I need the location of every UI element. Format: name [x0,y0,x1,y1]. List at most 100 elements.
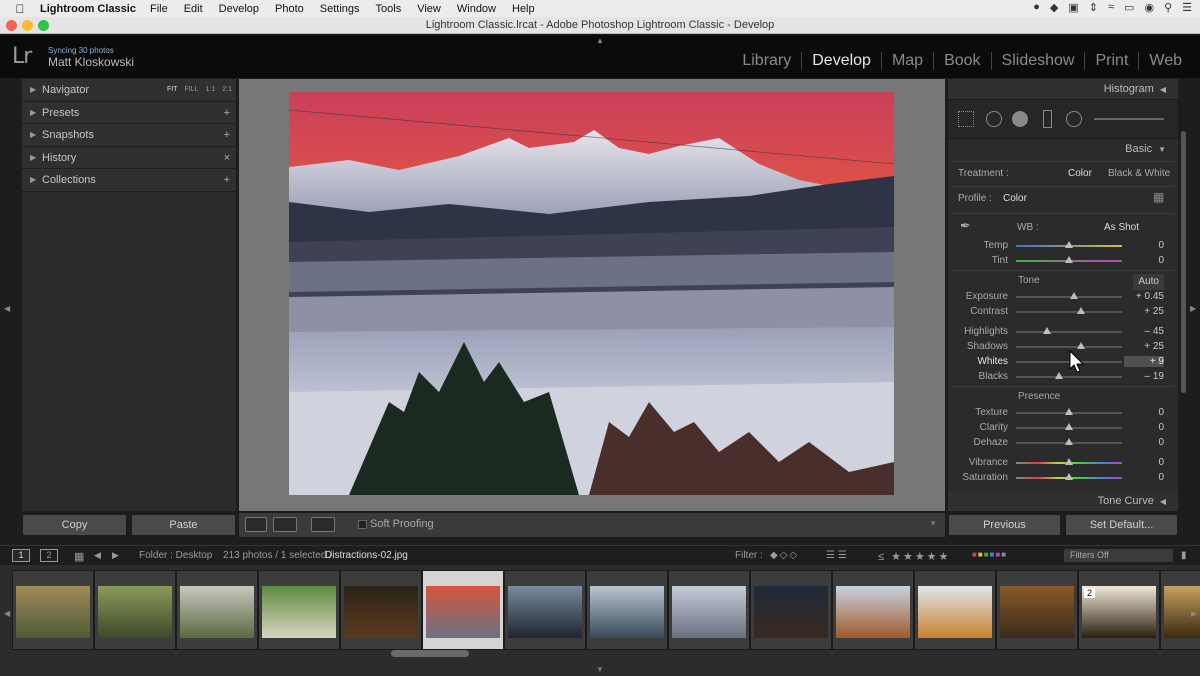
slider-contrast[interactable]: Contrast + 25 [948,304,1178,319]
slider-track[interactable] [1016,296,1122,298]
dropbox-icon[interactable]: ◆ [1050,1,1058,14]
slider-value[interactable]: 0 [1124,407,1164,418]
crop-tool-icon[interactable] [958,111,974,127]
back-arrow-icon[interactable]: ◀ [94,550,101,561]
profile-browser-icon[interactable]: ▦ [1153,190,1164,204]
slider-blacks[interactable]: Blacks – 19 [948,369,1178,384]
filmstrip-thumbnail[interactable] [94,570,176,650]
set-default-button[interactable]: Set Default... [1065,514,1178,536]
filmstrip-thumbnail[interactable] [422,570,504,650]
menu-photo[interactable]: Photo [275,3,304,15]
before-after-toggle-button[interactable] [311,517,335,532]
slider-thumb[interactable] [1065,438,1073,445]
module-book[interactable]: Book [933,52,990,70]
history-panel-header[interactable]: ▶ History × [22,146,236,169]
filmstrip-thumbnail[interactable]: 2 [1078,570,1160,650]
menu-help[interactable]: Help [512,3,535,15]
slider-temp[interactable]: Temp 0 [948,238,1178,253]
slider-value[interactable]: 0 [1124,472,1164,483]
paste-button[interactable]: Paste [131,514,236,536]
grid-view-icon[interactable]: ▦ [74,550,84,563]
minimize-window-button[interactable] [22,20,33,31]
left-panel-toggle-icon[interactable]: ◀ [4,304,10,313]
zoom-fill[interactable]: FILL [185,79,199,101]
add-preset-button[interactable]: + [224,102,230,124]
notification-center-icon[interactable]: ☰ [1182,1,1192,14]
slider-thumb[interactable] [1055,372,1064,379]
slider-value[interactable]: + 25 [1124,306,1164,317]
radial-filter-icon[interactable] [1066,111,1082,127]
histogram-panel-header[interactable]: Histogram ◀ [948,79,1178,99]
slider-value[interactable]: 0 [1124,255,1164,266]
filter-presets-dropdown[interactable]: Filters Off [1064,549,1173,562]
menu-develop[interactable]: Develop [219,3,259,15]
presets-panel-header[interactable]: ▶ Presets + [22,101,236,124]
right-panel-toggle-icon[interactable]: ▶ [1190,304,1196,313]
filmstrip-scrollbar[interactable] [391,650,469,657]
before-after-view-button[interactable] [273,517,297,532]
clear-history-button[interactable]: × [224,147,230,169]
zoom-2-1[interactable]: 2:1 [222,79,232,101]
basic-panel-header[interactable]: Basic ▼ [948,139,1178,159]
apple-icon[interactable]:  [0,2,40,16]
module-develop[interactable]: Develop [801,52,881,70]
module-print[interactable]: Print [1084,52,1138,70]
creative-cloud-icon[interactable]: ● [1033,1,1040,14]
forward-arrow-icon[interactable]: ▶ [112,550,119,561]
top-panel-toggle-icon[interactable]: ▲ [596,36,604,45]
filmstrip-left-arrow-icon[interactable]: ◀ [4,609,10,618]
slider-thumb[interactable] [1070,292,1079,299]
previous-button[interactable]: Previous [948,514,1061,536]
menu-edit[interactable]: Edit [184,3,203,15]
menu-window[interactable]: Window [457,3,496,15]
filmstrip-thumbnail[interactable] [504,570,586,650]
wb-eyedropper-icon[interactable]: ✒ [960,218,971,234]
slider-tint[interactable]: Tint 0 [948,253,1178,268]
wifi-icon[interactable]: ≈ [1108,1,1114,14]
profile-dropdown[interactable]: Color [1003,193,1027,204]
filmstrip-right-arrow-icon[interactable]: ▶ [1191,609,1197,618]
slider-thumb[interactable] [1065,423,1073,430]
slider-value[interactable]: + 0.45 [1124,291,1164,302]
module-slideshow[interactable]: Slideshow [990,52,1085,70]
app-menu[interactable]: Lightroom Classic [40,3,136,15]
copy-button[interactable]: Copy [22,514,127,536]
zoom-window-button[interactable] [38,20,49,31]
siri-icon[interactable]: ◉ [1144,1,1154,14]
menu-tools[interactable]: Tools [376,3,402,15]
filmstrip-thumbnail[interactable] [12,570,94,650]
slider-thumb[interactable] [1042,327,1051,334]
add-snapshot-button[interactable]: + [224,124,230,146]
filter-lock-icon[interactable]: ▮ [1181,550,1187,561]
zoom-fit[interactable]: FIT [167,79,178,101]
spotlight-search-icon[interactable]: ⚲ [1164,1,1172,14]
filmstrip-thumbnail[interactable] [750,570,832,650]
slider-highlights[interactable]: Highlights – 45 [948,324,1178,339]
slider-value[interactable]: 0 [1124,457,1164,468]
soft-proofing-checkbox[interactable] [358,520,367,529]
slider-value[interactable]: – 19 [1124,371,1164,382]
filmstrip-thumbnail[interactable] [832,570,914,650]
treatment-bw-option[interactable]: Black & White [1108,168,1170,179]
filmstrip-thumbnail[interactable] [586,570,668,650]
menu-view[interactable]: View [417,3,441,15]
screen-record-icon[interactable]: ▣ [1068,1,1078,14]
slider-thumb[interactable] [1065,241,1073,248]
slider-thumb[interactable] [1076,307,1085,314]
slider-track[interactable] [1016,376,1122,378]
filmstrip-thumbnail[interactable] [996,570,1078,650]
slider-value[interactable]: 0 [1124,240,1164,251]
collections-panel-header[interactable]: ▶ Collections + [22,169,236,192]
filmstrip-thumbnail[interactable] [668,570,750,650]
filmstrip-thumbnail[interactable] [340,570,422,650]
treatment-color-option[interactable]: Color [1068,168,1092,179]
bluetooth-icon[interactable]: ⇕ [1089,1,1098,14]
image-canvas[interactable] [239,79,945,511]
slider-thumb[interactable] [1065,408,1073,415]
toolbar-menu-icon[interactable]: ▼ [929,519,937,528]
slider-track[interactable] [1016,331,1122,333]
slider-value[interactable]: + 9 [1124,356,1164,367]
close-window-button[interactable] [6,20,17,31]
slider-saturation[interactable]: Saturation 0 [948,470,1178,485]
slider-value[interactable]: 0 [1124,437,1164,448]
